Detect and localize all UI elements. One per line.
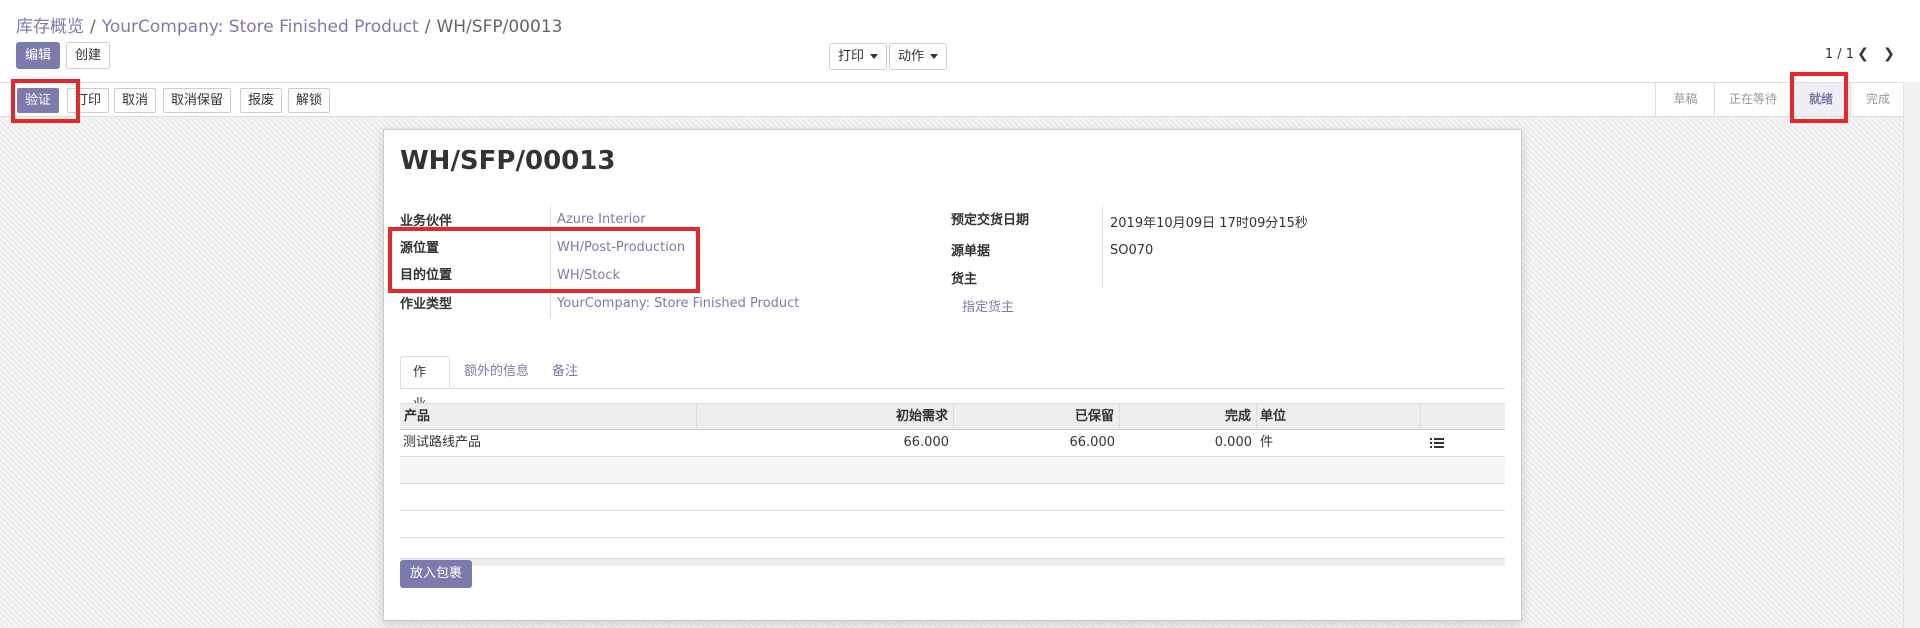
print-button[interactable]: 打印 xyxy=(67,88,110,113)
breadcrumb-separator: / xyxy=(424,17,431,37)
notebook-tabs: 作业 额外的信息 备注 xyxy=(400,356,1505,412)
unreserve-button[interactable]: 取消保留 xyxy=(163,88,232,113)
create-button[interactable]: 创建 xyxy=(66,42,111,69)
partner-link[interactable]: Azure Interior xyxy=(557,212,646,227)
operation-type-label: 作业类型 xyxy=(400,297,453,312)
breadcrumb-inventory-overview[interactable]: 库存概览 xyxy=(16,17,84,37)
table-row[interactable]: 测试路线产品 66.000 66.000 0.000 件 xyxy=(400,430,1505,457)
table-row-empty xyxy=(400,457,1505,484)
caret-down-icon xyxy=(870,54,879,59)
stage-ready[interactable]: 就绪 xyxy=(1790,83,1851,116)
table-header: 产品 初始需求 已保留 完成 单位 xyxy=(400,403,1505,430)
owner-label: 货主 xyxy=(951,272,978,287)
field-divider xyxy=(1102,205,1103,288)
validate-button[interactable]: 验证 xyxy=(17,88,60,113)
operation-type-link[interactable]: YourCompany: Store Finished Product xyxy=(557,296,799,311)
column-header-done[interactable]: 完成 xyxy=(1120,404,1257,429)
source-location-link[interactable]: WH/Post-Production xyxy=(557,240,685,255)
column-header-initial-demand[interactable]: 初始需求 xyxy=(697,404,954,429)
scrap-button[interactable]: 报废 xyxy=(240,88,283,113)
action-dropdown-label: 动作 xyxy=(898,49,925,64)
reserved-cell: 66.000 xyxy=(1069,435,1116,450)
breadcrumb: 库存概览 / YourCompany: Store Finished Product… xyxy=(16,12,562,37)
breadcrumb-operation-type[interactable]: YourCompany: Store Finished Product xyxy=(102,17,419,37)
cancel-button[interactable]: 取消 xyxy=(114,88,157,113)
chevron-left-icon[interactable]: ❮ xyxy=(1855,46,1871,64)
breadcrumb-current: WH/SFP/00013 xyxy=(436,17,563,37)
table-footer xyxy=(400,558,1505,566)
tab-additional-info[interactable]: 额外的信息 xyxy=(452,356,541,388)
print-dropdown[interactable]: 打印 xyxy=(829,43,888,70)
unlock-button[interactable]: 解锁 xyxy=(288,88,331,113)
caret-down-icon xyxy=(930,54,939,59)
form-sheet: WH/SFP/00013 业务伙伴 Azure Interior 源位置 WH/… xyxy=(383,129,1522,621)
origin-value[interactable]: SO070 xyxy=(1110,243,1153,258)
product-cell: 测试路线产品 xyxy=(403,435,482,450)
initial-demand-cell: 66.000 xyxy=(903,435,950,450)
pager-value[interactable]: 1 / 1 xyxy=(1825,47,1854,62)
stage-done[interactable]: 完成 xyxy=(1850,83,1905,116)
scheduled-date-label: 预定交货日期 xyxy=(951,213,1030,228)
vertical-scrollbar[interactable] xyxy=(1903,82,1920,628)
breadcrumb-separator: / xyxy=(90,17,96,37)
scheduled-date-value[interactable]: 2019年10月09日 17时09分15秒 xyxy=(1110,212,1308,231)
column-header-product[interactable]: 产品 xyxy=(400,404,697,429)
column-header-uom[interactable]: 单位 xyxy=(1257,404,1421,429)
source-location-label: 源位置 xyxy=(400,241,440,256)
done-cell: 0.000 xyxy=(1214,435,1252,450)
tab-operations[interactable]: 作业 xyxy=(400,356,450,412)
destination-location-label: 目的位置 xyxy=(400,268,453,283)
table-row-empty xyxy=(400,511,1505,538)
put-in-pack-button[interactable]: 放入包裹 xyxy=(400,560,473,588)
field-divider xyxy=(550,205,551,318)
uom-cell: 件 xyxy=(1260,435,1274,450)
edit-button[interactable]: 编辑 xyxy=(16,42,61,69)
table-row-empty xyxy=(400,484,1505,511)
tab-notes[interactable]: 备注 xyxy=(540,356,590,388)
chevron-right-icon[interactable]: ❯ xyxy=(1881,46,1897,64)
control-panel: 库存概览 / YourCompany: Store Finished Product… xyxy=(0,0,1920,82)
stage-draft[interactable]: 草稿 xyxy=(1655,83,1715,116)
origin-label: 源单据 xyxy=(951,244,991,259)
assign-owner-link[interactable]: 指定货主 xyxy=(962,296,1014,315)
destination-location-link[interactable]: WH/Stock xyxy=(557,268,620,283)
print-dropdown-label: 打印 xyxy=(838,49,865,64)
stage-waiting[interactable]: 正在等待 xyxy=(1714,83,1791,116)
record-title: WH/SFP/00013 xyxy=(400,146,616,176)
action-dropdown[interactable]: 动作 xyxy=(889,43,948,70)
status-bar: 验证 打印 取消 取消保留 报废 解锁 草稿 正在等待 就绪 完成 xyxy=(0,82,1920,117)
partner-label: 业务伙伴 xyxy=(400,214,453,229)
detailed-operations-list-icon[interactable] xyxy=(1430,438,1444,449)
column-header-reserved[interactable]: 已保留 xyxy=(954,404,1120,429)
